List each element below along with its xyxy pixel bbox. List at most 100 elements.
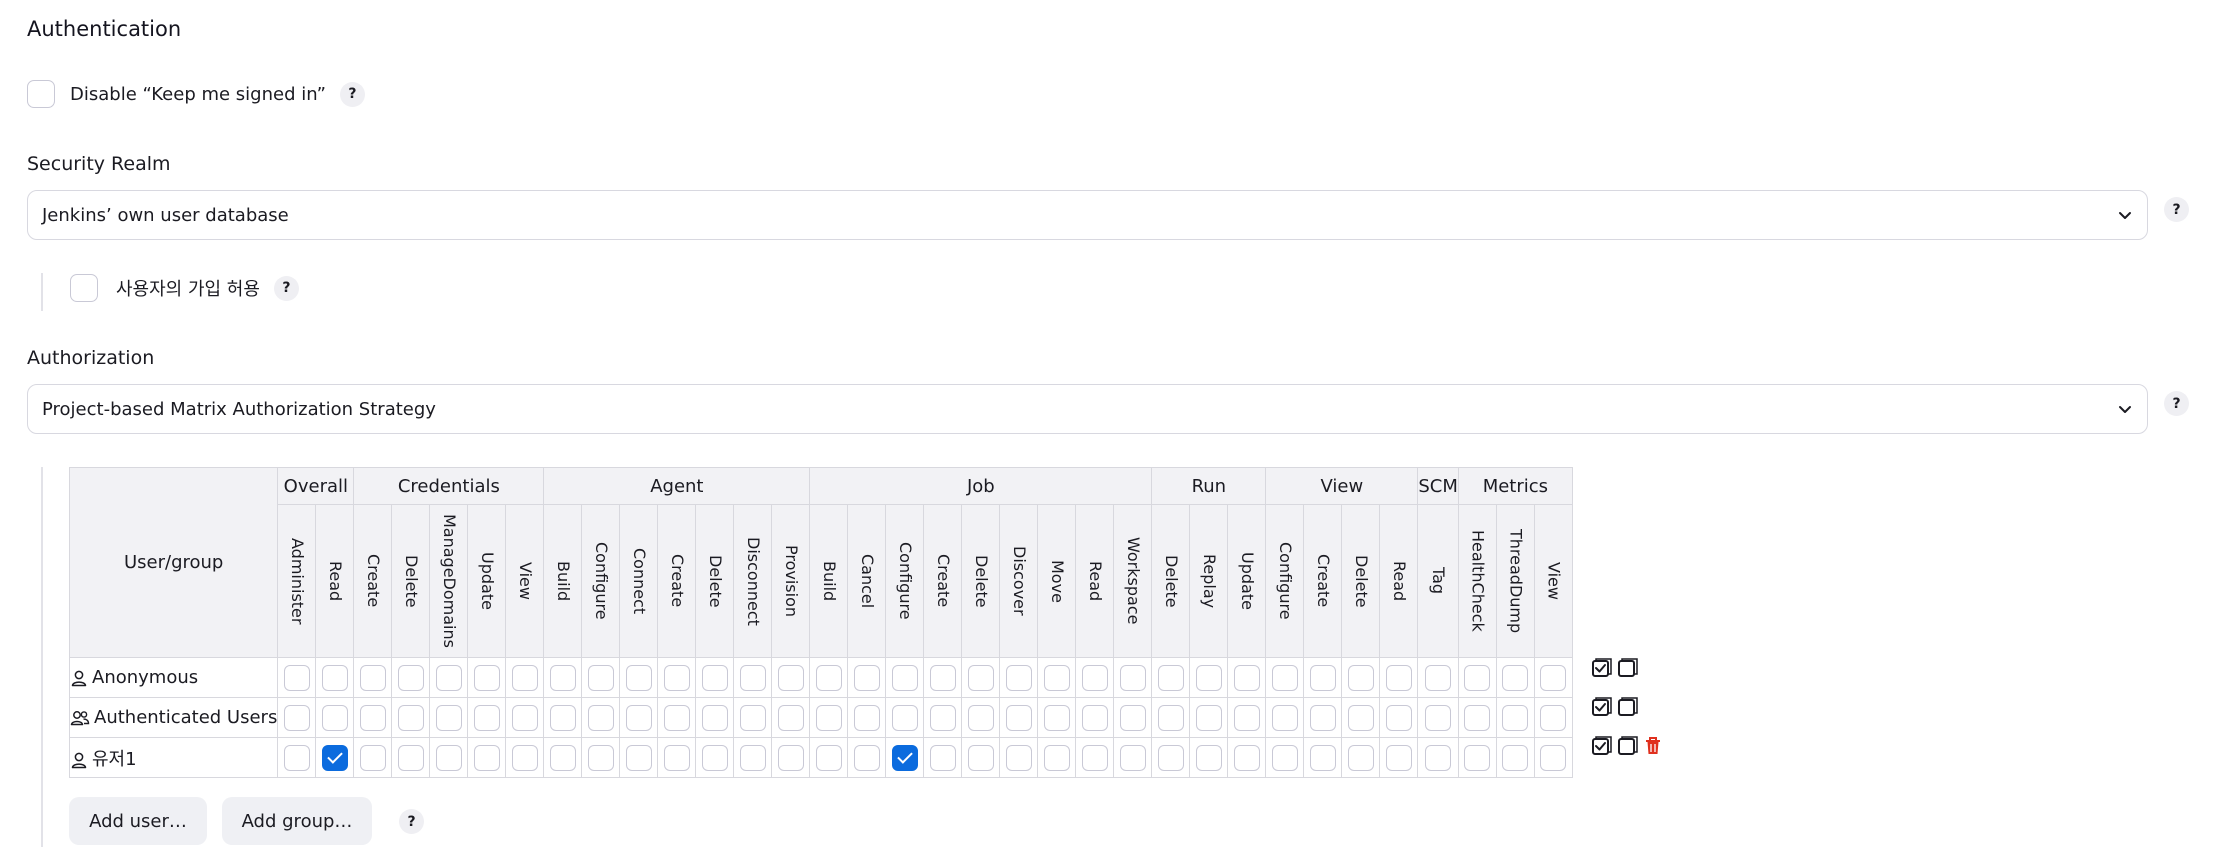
permission-checkbox[interactable] (777, 744, 804, 771)
permission-checkbox[interactable] (1425, 704, 1452, 731)
permission-checkbox[interactable] (1157, 664, 1184, 691)
permission-checkbox[interactable] (549, 744, 576, 771)
permission-checkbox[interactable] (1157, 744, 1184, 771)
permission-checkbox[interactable] (283, 664, 310, 691)
permission-checkbox[interactable] (739, 744, 766, 771)
permission-checkbox[interactable] (967, 664, 994, 691)
unselect-all-icon[interactable] (1617, 696, 1639, 718)
authorization-select[interactable]: Project-based Matrix Authorization Strat… (27, 384, 2148, 434)
permission-checkbox[interactable] (967, 704, 994, 731)
permission-checkbox[interactable] (549, 664, 576, 691)
permission-checkbox[interactable] (1005, 704, 1032, 731)
permission-checkbox[interactable] (701, 744, 728, 771)
permission-checkbox[interactable] (359, 744, 386, 771)
permission-checkbox[interactable] (1464, 704, 1491, 731)
permission-checkbox[interactable] (739, 664, 766, 691)
permission-checkbox[interactable] (777, 664, 804, 691)
permission-checkbox[interactable] (1502, 744, 1529, 771)
permission-checkbox[interactable] (1271, 704, 1298, 731)
select-all-icon[interactable] (1591, 696, 1613, 718)
permission-checkbox[interactable] (321, 744, 348, 771)
permission-checkbox[interactable] (1425, 744, 1452, 771)
permission-checkbox[interactable] (1157, 704, 1184, 731)
permission-checkbox[interactable] (1502, 664, 1529, 691)
permission-checkbox[interactable] (1425, 664, 1452, 691)
add-group-button[interactable]: Add group… (222, 797, 372, 845)
permission-checkbox[interactable] (929, 744, 956, 771)
permission-checkbox[interactable] (1347, 744, 1374, 771)
permission-checkbox[interactable] (587, 744, 614, 771)
permission-checkbox[interactable] (435, 664, 462, 691)
permission-checkbox[interactable] (473, 664, 500, 691)
permission-checkbox[interactable] (853, 744, 880, 771)
permission-checkbox[interactable] (891, 704, 918, 731)
permission-checkbox[interactable] (283, 704, 310, 731)
permission-checkbox[interactable] (891, 664, 918, 691)
help-icon[interactable]: ? (399, 809, 424, 834)
permission-checkbox[interactable] (1309, 664, 1336, 691)
permission-checkbox[interactable] (359, 664, 386, 691)
permission-checkbox[interactable] (321, 664, 348, 691)
permission-checkbox[interactable] (1119, 664, 1146, 691)
permission-checkbox[interactable] (739, 704, 766, 731)
permission-checkbox[interactable] (815, 704, 842, 731)
permission-checkbox[interactable] (1081, 704, 1108, 731)
permission-checkbox[interactable] (1464, 664, 1491, 691)
permission-checkbox[interactable] (321, 704, 348, 731)
permission-checkbox[interactable] (1233, 664, 1260, 691)
permission-checkbox[interactable] (473, 744, 500, 771)
permission-checkbox[interactable] (929, 704, 956, 731)
permission-checkbox[interactable] (435, 744, 462, 771)
permission-checkbox[interactable] (853, 664, 880, 691)
permission-checkbox[interactable] (663, 664, 690, 691)
permission-checkbox[interactable] (511, 744, 538, 771)
permission-checkbox[interactable] (663, 744, 690, 771)
permission-checkbox[interactable] (625, 744, 652, 771)
permission-checkbox[interactable] (625, 664, 652, 691)
permission-checkbox[interactable] (1309, 744, 1336, 771)
permission-checkbox[interactable] (625, 704, 652, 731)
permission-checkbox[interactable] (1043, 744, 1070, 771)
delete-icon[interactable] (1643, 735, 1663, 757)
permission-checkbox[interactable] (549, 704, 576, 731)
permission-checkbox[interactable] (511, 664, 538, 691)
permission-checkbox[interactable] (1385, 744, 1412, 771)
permission-checkbox[interactable] (891, 744, 918, 771)
permission-checkbox[interactable] (1271, 664, 1298, 691)
permission-checkbox[interactable] (359, 704, 386, 731)
permission-checkbox[interactable] (1540, 664, 1567, 691)
permission-checkbox[interactable] (1233, 704, 1260, 731)
permission-checkbox[interactable] (397, 664, 424, 691)
permission-checkbox[interactable] (1119, 704, 1146, 731)
permission-checkbox[interactable] (777, 704, 804, 731)
permission-checkbox[interactable] (1347, 704, 1374, 731)
help-icon[interactable]: ? (339, 81, 365, 107)
permission-checkbox[interactable] (1005, 664, 1032, 691)
allow-signup-checkbox[interactable] (70, 274, 98, 302)
permission-checkbox[interactable] (701, 664, 728, 691)
permission-checkbox[interactable] (1043, 664, 1070, 691)
permission-checkbox[interactable] (1081, 744, 1108, 771)
add-user-button[interactable]: Add user… (69, 797, 207, 845)
permission-checkbox[interactable] (1195, 704, 1222, 731)
permission-checkbox[interactable] (1464, 744, 1491, 771)
permission-checkbox[interactable] (1195, 664, 1222, 691)
permission-checkbox[interactable] (1119, 744, 1146, 771)
permission-checkbox[interactable] (511, 704, 538, 731)
permission-checkbox[interactable] (1081, 664, 1108, 691)
permission-checkbox[interactable] (1233, 744, 1260, 771)
permission-checkbox[interactable] (1271, 744, 1298, 771)
security-realm-select[interactable]: Jenkins’ own user database (27, 190, 2148, 240)
select-all-icon[interactable] (1591, 735, 1613, 757)
permission-checkbox[interactable] (397, 744, 424, 771)
help-icon[interactable]: ? (273, 275, 299, 301)
permission-checkbox[interactable] (1043, 704, 1070, 731)
permission-checkbox[interactable] (1385, 664, 1412, 691)
permission-checkbox[interactable] (1540, 744, 1567, 771)
permission-checkbox[interactable] (853, 704, 880, 731)
permission-checkbox[interactable] (1540, 704, 1567, 731)
keep-signed-in-checkbox[interactable] (27, 80, 55, 108)
permission-checkbox[interactable] (397, 704, 424, 731)
permission-checkbox[interactable] (1005, 744, 1032, 771)
permission-checkbox[interactable] (587, 664, 614, 691)
